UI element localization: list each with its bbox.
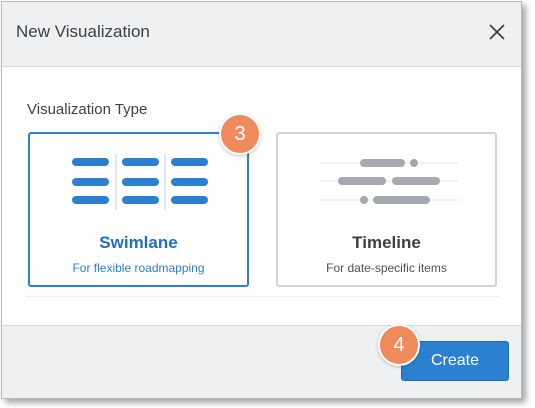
visualization-type-label: Visualization Type (27, 101, 148, 118)
timeline-subtitle: For date-specific items (326, 261, 447, 275)
timeline-title: Timeline (352, 233, 421, 252)
swimlane-option-card[interactable]: Swimlane For flexible roadmapping (28, 132, 249, 287)
timeline-illustration-icon (320, 159, 458, 204)
swimlane-title: Swimlane (99, 233, 178, 252)
step-3-badge: 3 (219, 113, 261, 155)
divider (26, 296, 499, 297)
dialog-title: New Visualization (16, 22, 150, 41)
close-icon[interactable] (485, 20, 509, 44)
new-visualization-dialog: New Visualization Visualization Type Swi… (1, 1, 522, 399)
swimlane-illustration-icon (72, 154, 208, 210)
step-4-badge: 4 (378, 324, 420, 366)
timeline-option-card[interactable]: Timeline For date-specific items (276, 132, 497, 287)
dialog-header: New Visualization (2, 2, 521, 67)
swimlane-subtitle: For flexible roadmapping (72, 261, 205, 275)
